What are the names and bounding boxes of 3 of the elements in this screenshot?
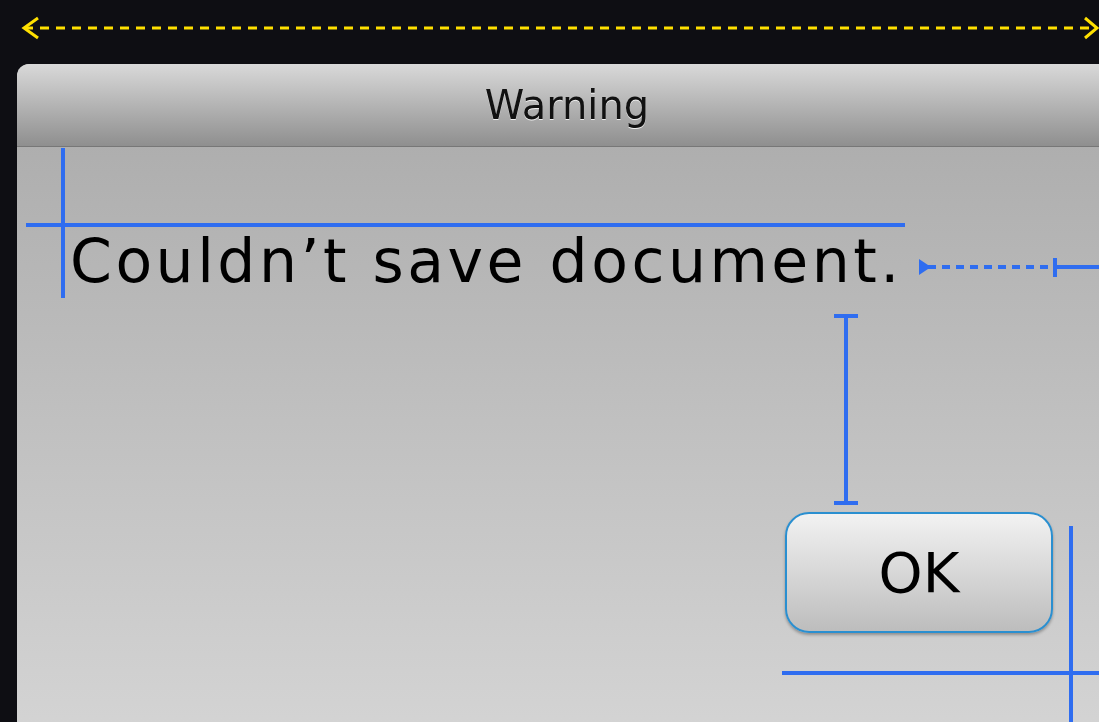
window-title: Warning: [484, 82, 650, 128]
ok-button[interactable]: OK: [785, 512, 1053, 633]
message-text: Couldn’t save document.: [70, 228, 903, 294]
